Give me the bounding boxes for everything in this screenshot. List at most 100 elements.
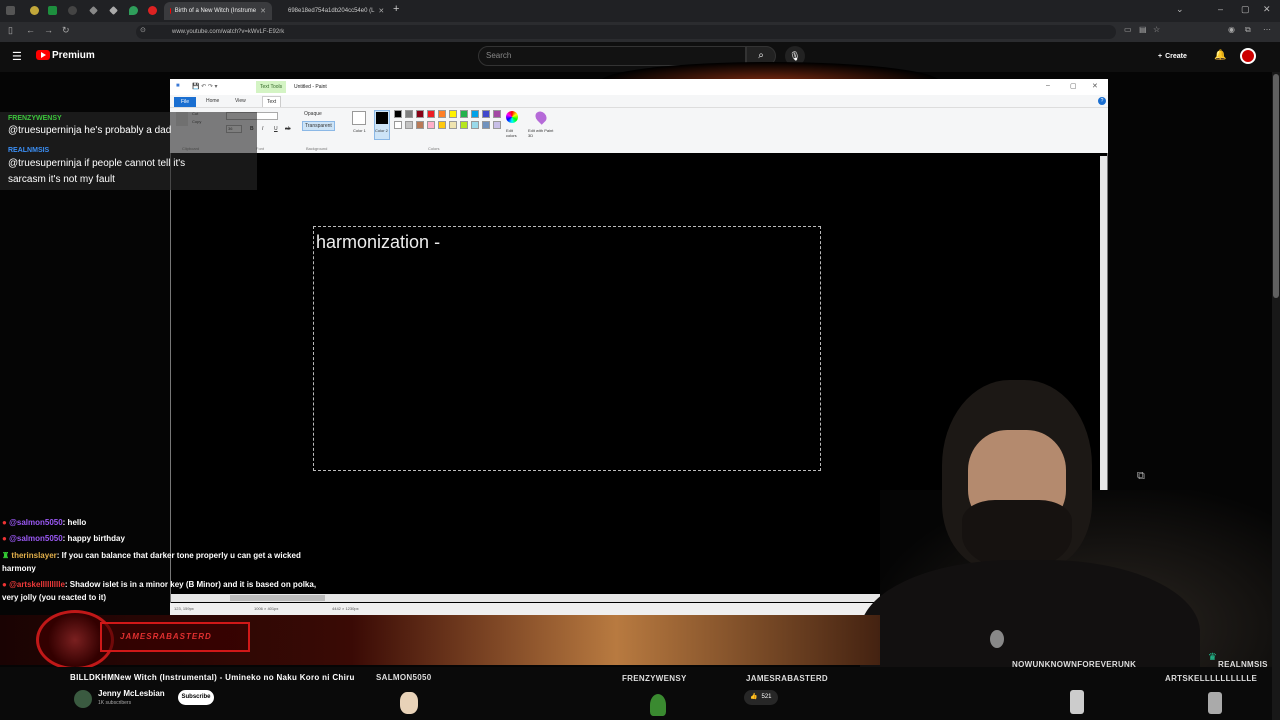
canvas-size: 4442 × 1230px (332, 606, 359, 611)
extension-icon[interactable]: ▭ (1124, 25, 1132, 34)
paint-close-icon[interactable]: ✕ (1092, 82, 1098, 90)
color-swatch[interactable] (394, 121, 402, 129)
pinned-tab-icon[interactable] (68, 6, 77, 15)
channel-avatar[interactable] (74, 690, 92, 708)
subscribe-button[interactable]: Subscribe (178, 690, 214, 705)
font-group-label: Font (256, 146, 265, 151)
paint-title: Untitled - Paint (294, 84, 327, 90)
color-swatch[interactable] (427, 110, 435, 118)
ribbon-divider (170, 107, 1108, 108)
now-playing-text: New Witch (Instrumental) - Umineko no Na… (114, 673, 359, 682)
miniplayer-icon[interactable]: ⧉ (1137, 470, 1145, 483)
back-icon[interactable]: ← (26, 25, 35, 35)
search-icon: ⌕ (758, 50, 764, 61)
color-swatch[interactable] (493, 110, 501, 118)
edit-colors-icon[interactable] (506, 111, 518, 123)
color1-swatch[interactable] (352, 111, 366, 125)
color-swatch[interactable] (405, 110, 413, 118)
tab-youtube[interactable]: Birth of a New Witch (Instrume ✕ (164, 2, 272, 20)
color-swatch[interactable] (493, 121, 501, 129)
underline-button[interactable]: U (274, 126, 278, 132)
color-swatch[interactable] (449, 121, 457, 129)
opaque-option[interactable]: Opaque (304, 111, 322, 117)
site-info-icon[interactable]: ⊙ (140, 26, 146, 34)
close-window-icon[interactable]: ✕ (1263, 4, 1271, 15)
color-swatch[interactable] (427, 121, 435, 129)
color-swatch[interactable] (394, 110, 402, 118)
extensions-icon[interactable]: ⧉ (1245, 25, 1251, 35)
browser-menu-icon[interactable] (6, 6, 15, 15)
color-swatch[interactable] (438, 121, 446, 129)
forward-icon[interactable]: → (44, 25, 53, 35)
pinned-tab-icon[interactable] (30, 6, 39, 15)
thumbs-up-icon: 👍 (750, 694, 758, 700)
paint-tab-view[interactable]: View (235, 98, 246, 104)
pinned-map-icon[interactable] (129, 6, 138, 15)
paint-title-bar: ■ 💾 ↶ ↷ ▾ Text Tools Untitled - Paint – … (170, 79, 1108, 95)
list-item: ♜ therinslayer: If you can balance that … (2, 551, 301, 573)
like-button[interactable]: 👍 521 (744, 690, 778, 705)
pixel-sprite-icon (400, 692, 418, 714)
color1-label: Color 1 (353, 128, 366, 133)
ticker-user: SALMON5050 (376, 673, 432, 682)
italic-button[interactable]: I (262, 126, 263, 132)
reader-icon[interactable]: ▤ (1139, 25, 1147, 34)
maximize-icon[interactable]: ▢ (1241, 4, 1250, 15)
tab-search-icon[interactable]: ⌄ (1176, 4, 1184, 15)
color-swatch[interactable] (471, 110, 479, 118)
create-button[interactable]: + Create (1158, 48, 1187, 64)
youtube-brand[interactable]: Premium (52, 50, 95, 61)
color-swatch[interactable] (471, 121, 479, 129)
help-icon[interactable]: ? (1098, 97, 1106, 105)
color-swatch[interactable] (416, 110, 424, 118)
color-swatch[interactable] (460, 110, 468, 118)
reload-icon[interactable]: ↻ (62, 25, 70, 36)
address-bar[interactable]: www.youtube.com/watch?v=kWvLF-E92rk (136, 25, 1116, 39)
close-icon[interactable]: ✕ (378, 7, 384, 15)
color-swatch[interactable] (482, 110, 490, 118)
paint-app-icon: ■ (176, 83, 180, 89)
minimize-icon[interactable]: – (1218, 4, 1223, 14)
paint-minimize-icon[interactable]: – (1046, 82, 1050, 89)
cursor-position: 123, 159px (174, 606, 194, 611)
paint-tab-home[interactable]: Home (206, 98, 219, 104)
paint-ribbon: File Home View Text Cut Copy 36 B I U ab… (170, 95, 1108, 153)
color-swatch[interactable] (416, 121, 424, 129)
pinned-tab-icon[interactable] (148, 6, 157, 15)
chat-username: @artskellllllllle (9, 580, 65, 589)
chat-username: FRENZYWENSY (8, 115, 62, 122)
color-swatch[interactable] (438, 110, 446, 118)
transparent-option[interactable]: Transparent (302, 121, 335, 131)
bookmark-star-icon[interactable]: ☆ (1153, 25, 1160, 34)
new-tab-button[interactable]: + (393, 3, 399, 15)
strikethrough-button[interactable]: ab (285, 126, 291, 132)
canvas-text[interactable]: harmonization - (316, 232, 440, 253)
paint-tab-text[interactable]: Text (262, 96, 282, 107)
notifications-bell-icon[interactable]: 🔔 (1214, 50, 1226, 61)
pinned-sheets-icon[interactable] (48, 6, 57, 15)
channel-name[interactable]: Jenny McLesbian (98, 689, 165, 698)
more-icon[interactable]: ⋯ (1263, 25, 1271, 34)
paint-tab-file[interactable]: File (174, 97, 196, 107)
text-selection-box[interactable] (313, 226, 821, 471)
menu-icon[interactable]: ☰ (12, 50, 22, 63)
color-swatch[interactable] (460, 121, 468, 129)
close-icon[interactable]: ✕ (260, 7, 266, 15)
paint3d-icon[interactable] (533, 109, 549, 125)
pixel-sprite-icon (1208, 692, 1222, 714)
color-swatch[interactable] (449, 110, 457, 118)
quick-access-toolbar[interactable]: 💾 ↶ ↷ ▾ (192, 83, 218, 90)
color-swatch[interactable] (405, 121, 413, 129)
chat-message: @truesuperninja he's probably a dad (8, 125, 172, 136)
paint-maximize-icon[interactable]: ▢ (1070, 82, 1077, 90)
avatar[interactable] (1240, 48, 1256, 64)
ticker-user: JAMESRABASTERD (746, 674, 828, 683)
sidebar-toggle-icon[interactable]: ▯ (8, 25, 13, 36)
color-swatch[interactable] (482, 121, 490, 129)
pixel-sprite-icon (1070, 690, 1084, 714)
page-scrollbar-thumb[interactable] (1273, 74, 1279, 298)
ticker-user: FRENZYWENSY (622, 674, 687, 683)
copilot-icon[interactable]: ◉ (1228, 25, 1235, 34)
tab-second[interactable]: 698e18ed754a1db204cc54e0 (L ✕ (278, 2, 386, 20)
youtube-logo-icon[interactable] (36, 50, 50, 60)
